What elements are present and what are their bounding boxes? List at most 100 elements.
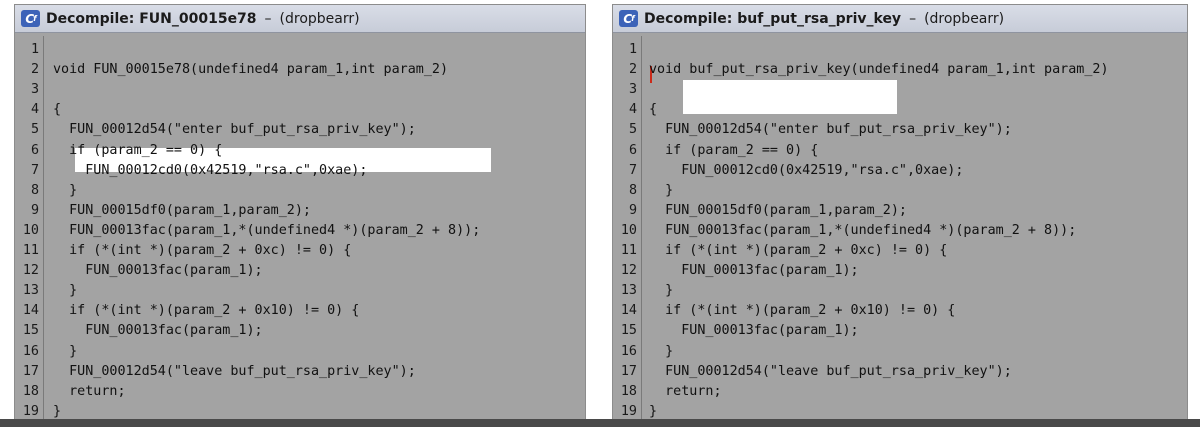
code-line[interactable]: 3 <box>15 80 585 100</box>
code-text[interactable]: } <box>53 342 77 362</box>
code-line[interactable]: 17 FUN_00012d54("leave buf_put_rsa_priv_… <box>15 362 585 382</box>
code-line[interactable]: 13 } <box>15 281 585 301</box>
panel-title-bar[interactable]: Cf Decompile: buf_put_rsa_priv_key – (dr… <box>613 5 1187 33</box>
code-line[interactable]: 3 <box>613 80 1187 100</box>
code-line[interactable]: 14 if (*(int *)(param_2 + 0x10) != 0) { <box>15 301 585 321</box>
code-line[interactable]: 8 } <box>613 181 1187 201</box>
line-number: 10 <box>22 222 39 238</box>
code-line[interactable]: 12 FUN_00013fac(param_1); <box>613 261 1187 281</box>
line-number: 11 <box>22 243 39 258</box>
code-line[interactable]: 16 } <box>15 342 585 362</box>
decompile-panel-left[interactable]: Cf Decompile: FUN_00015e78 – (dropbearr)… <box>14 4 586 420</box>
code-text[interactable]: FUN_00013fac(param_1); <box>649 321 858 341</box>
code-line[interactable]: 17 FUN_00012d54("leave buf_put_rsa_priv_… <box>613 362 1187 382</box>
line-number: 7 <box>628 162 637 178</box>
code-line[interactable]: 19} <box>15 402 585 419</box>
code-text[interactable]: if (*(int *)(param_2 + 0x10) != 0) { <box>649 301 955 321</box>
line-number: 17 <box>22 363 39 379</box>
code-line[interactable]: 12 FUN_00013fac(param_1); <box>15 261 585 281</box>
code-line[interactable]: 9 FUN_00015df0(param_1,param_2); <box>613 201 1187 221</box>
line-number: 12 <box>22 263 39 279</box>
code-line[interactable]: 15 FUN_00013fac(param_1); <box>15 321 585 341</box>
code-line[interactable]: 2 void buf_put_rsa_priv_key(undefined4 pa… <box>613 60 1187 80</box>
code-line[interactable]: 2 void FUN_00015e78(undefined4 param_1,in… <box>15 60 585 80</box>
code-text[interactable]: } <box>649 181 673 201</box>
code-text[interactable]: return; <box>53 382 125 402</box>
ghidra-decompiler-icon: Cf <box>21 10 40 27</box>
code-line[interactable]: 4{ <box>15 100 585 120</box>
ghidra-decompiler-icon: Cf <box>619 10 638 27</box>
code-text[interactable]: FUN_00012cd0(0x42519,"rsa.c",0xae); <box>649 161 963 181</box>
code-line[interactable]: 6 if (param_2 == 0) { <box>613 141 1187 161</box>
code-line[interactable]: 5 FUN_00012d54("enter buf_put_rsa_priv_k… <box>15 120 585 140</box>
code-line[interactable]: 10 FUN_00013fac(param_1,*(undefined4 *)(… <box>15 221 585 241</box>
code-listing[interactable]: 1 2 void buf_put_rsa_priv_key(undefined4 p… <box>613 36 1187 419</box>
code-text[interactable]: FUN_00012d54("enter buf_put_rsa_priv_key… <box>53 120 416 140</box>
code-text[interactable]: } <box>53 402 61 419</box>
code-text[interactable]: FUN_00012d54("enter buf_put_rsa_priv_key… <box>649 120 1012 140</box>
line-number: 6 <box>628 142 637 158</box>
code-line[interactable]: 5 FUN_00012d54("enter buf_put_rsa_priv_k… <box>613 120 1187 140</box>
code-text[interactable]: if (*(int *)(param_2 + 0xc) != 0) { <box>53 241 351 261</box>
code-text[interactable]: FUN_00012d54("leave buf_put_rsa_priv_key… <box>53 362 416 382</box>
code-line[interactable]: 4{ <box>613 100 1187 120</box>
line-number: 8 <box>628 182 637 198</box>
line-number: 1 <box>30 42 39 57</box>
code-text[interactable]: FUN_00013fac(param_1); <box>53 321 262 341</box>
code-line[interactable]: 13 } <box>613 281 1187 301</box>
code-text[interactable]: void buf_put_rsa_priv_key(undefined4 par… <box>649 60 1109 80</box>
code-text[interactable]: } <box>53 281 77 301</box>
code-line[interactable]: 7 FUN_00012cd0(0x42519,"rsa.c",0xae); <box>15 161 585 181</box>
line-number: 5 <box>30 122 39 138</box>
code-line[interactable]: 14 if (*(int *)(param_2 + 0x10) != 0) { <box>613 301 1187 321</box>
code-text[interactable]: } <box>649 342 673 362</box>
code-line[interactable]: 19} <box>613 402 1187 419</box>
code-text[interactable]: FUN_00012cd0(0x42519,"rsa.c",0xae); <box>53 161 367 181</box>
code-text[interactable]: void FUN_00015e78(undefined4 param_1,int… <box>53 60 448 80</box>
code-text[interactable]: if (*(int *)(param_2 + 0x10) != 0) { <box>53 301 359 321</box>
code-line[interactable]: 7 FUN_00012cd0(0x42519,"rsa.c",0xae); <box>613 161 1187 181</box>
code-text[interactable]: FUN_00013fac(param_1,*(undefined4 *)(par… <box>53 221 480 241</box>
code-text[interactable]: } <box>649 402 657 419</box>
code-text[interactable]: if (param_2 == 0) { <box>649 141 818 161</box>
code-text[interactable]: FUN_00015df0(param_1,param_2); <box>649 201 907 221</box>
code-text[interactable]: FUN_00012d54("leave buf_put_rsa_priv_key… <box>649 362 1012 382</box>
code-line[interactable]: 11 if (*(int *)(param_2 + 0xc) != 0) { <box>613 241 1187 261</box>
code-line[interactable]: 18 return; <box>15 382 585 402</box>
panel-title-bar[interactable]: Cf Decompile: FUN_00015e78 – (dropbearr) <box>15 5 585 33</box>
code-line[interactable]: 1 <box>613 40 1187 60</box>
code-line[interactable]: 10 FUN_00013fac(param_1,*(undefined4 *)(… <box>613 221 1187 241</box>
code-line[interactable]: 9 FUN_00015df0(param_1,param_2); <box>15 201 585 221</box>
code-line[interactable]: 16 } <box>613 342 1187 362</box>
line-number: 15 <box>22 323 39 339</box>
line-number: 4 <box>628 102 637 118</box>
code-text[interactable]: } <box>53 181 77 201</box>
line-number: 19 <box>620 403 637 419</box>
code-text[interactable]: } <box>649 281 673 301</box>
line-number: 9 <box>30 202 39 218</box>
line-number: 3 <box>30 82 39 98</box>
code-line[interactable]: 11 if (*(int *)(param_2 + 0xc) != 0) { <box>15 241 585 261</box>
code-line[interactable]: 18 return; <box>613 382 1187 402</box>
window-bottom-edge <box>0 419 1200 427</box>
line-number: 18 <box>620 383 637 399</box>
code-text[interactable]: if (*(int *)(param_2 + 0xc) != 0) { <box>649 241 947 261</box>
code-text[interactable]: { <box>53 100 61 120</box>
code-line[interactable]: 15 FUN_00013fac(param_1); <box>613 321 1187 341</box>
code-text[interactable]: return; <box>649 382 721 402</box>
code-line[interactable]: 8 } <box>15 181 585 201</box>
code-text[interactable]: { <box>649 100 657 120</box>
line-number: 9 <box>628 202 637 218</box>
code-text[interactable]: FUN_00013fac(param_1,*(undefined4 *)(par… <box>649 221 1076 241</box>
code-listing[interactable]: 1 2 void FUN_00015e78(undefined4 param_1,i… <box>15 36 585 419</box>
line-number: 17 <box>620 363 637 379</box>
program-name: (dropbearr) <box>924 10 1005 27</box>
line-number: 16 <box>620 343 637 359</box>
decompile-panel-right[interactable]: Cf Decompile: buf_put_rsa_priv_key – (dr… <box>612 4 1188 420</box>
code-line[interactable]: 6 if (param_2 == 0) { <box>15 141 585 161</box>
code-text[interactable]: FUN_00013fac(param_1); <box>53 261 262 281</box>
code-text[interactable]: if (param_2 == 0) { <box>53 141 222 161</box>
code-text[interactable]: FUN_00015df0(param_1,param_2); <box>53 201 311 221</box>
code-text[interactable]: FUN_00013fac(param_1); <box>649 261 858 281</box>
code-line[interactable]: 1 <box>15 40 585 60</box>
